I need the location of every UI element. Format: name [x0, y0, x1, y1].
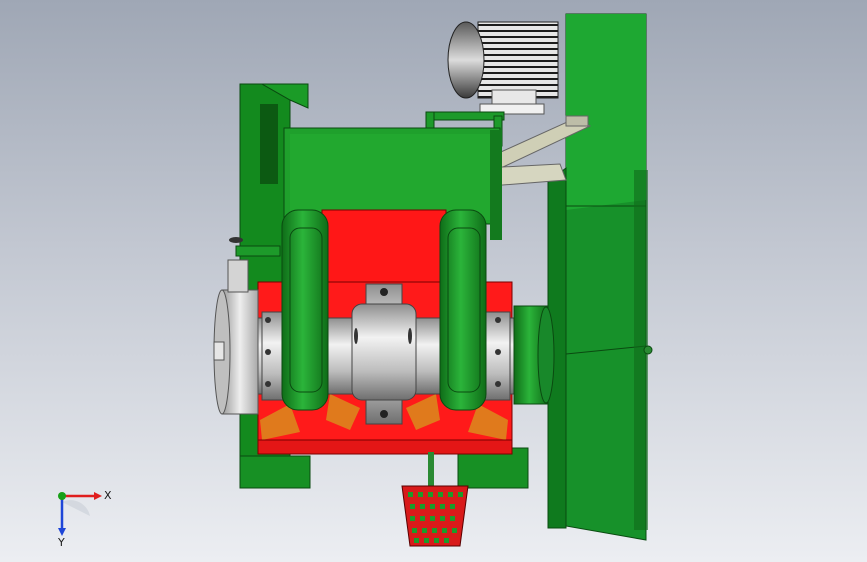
crusher-assembly-model[interactable]	[0, 0, 867, 562]
cad-viewport[interactable]: X Y	[0, 0, 867, 562]
shaft-collar	[513, 305, 555, 405]
x-axis-label: X	[104, 489, 112, 502]
motor	[447, 21, 559, 115]
y-axis-label: Y	[57, 536, 65, 549]
connecting-rod-left	[281, 209, 329, 411]
x-axis-arrowhead	[94, 492, 102, 500]
orientation-triad: X Y	[57, 489, 112, 549]
origin-marker	[58, 492, 66, 500]
y-axis-arrowhead	[58, 528, 66, 536]
flywheel	[547, 13, 653, 541]
connecting-rod-right	[439, 209, 487, 411]
triad-plane	[62, 500, 90, 516]
